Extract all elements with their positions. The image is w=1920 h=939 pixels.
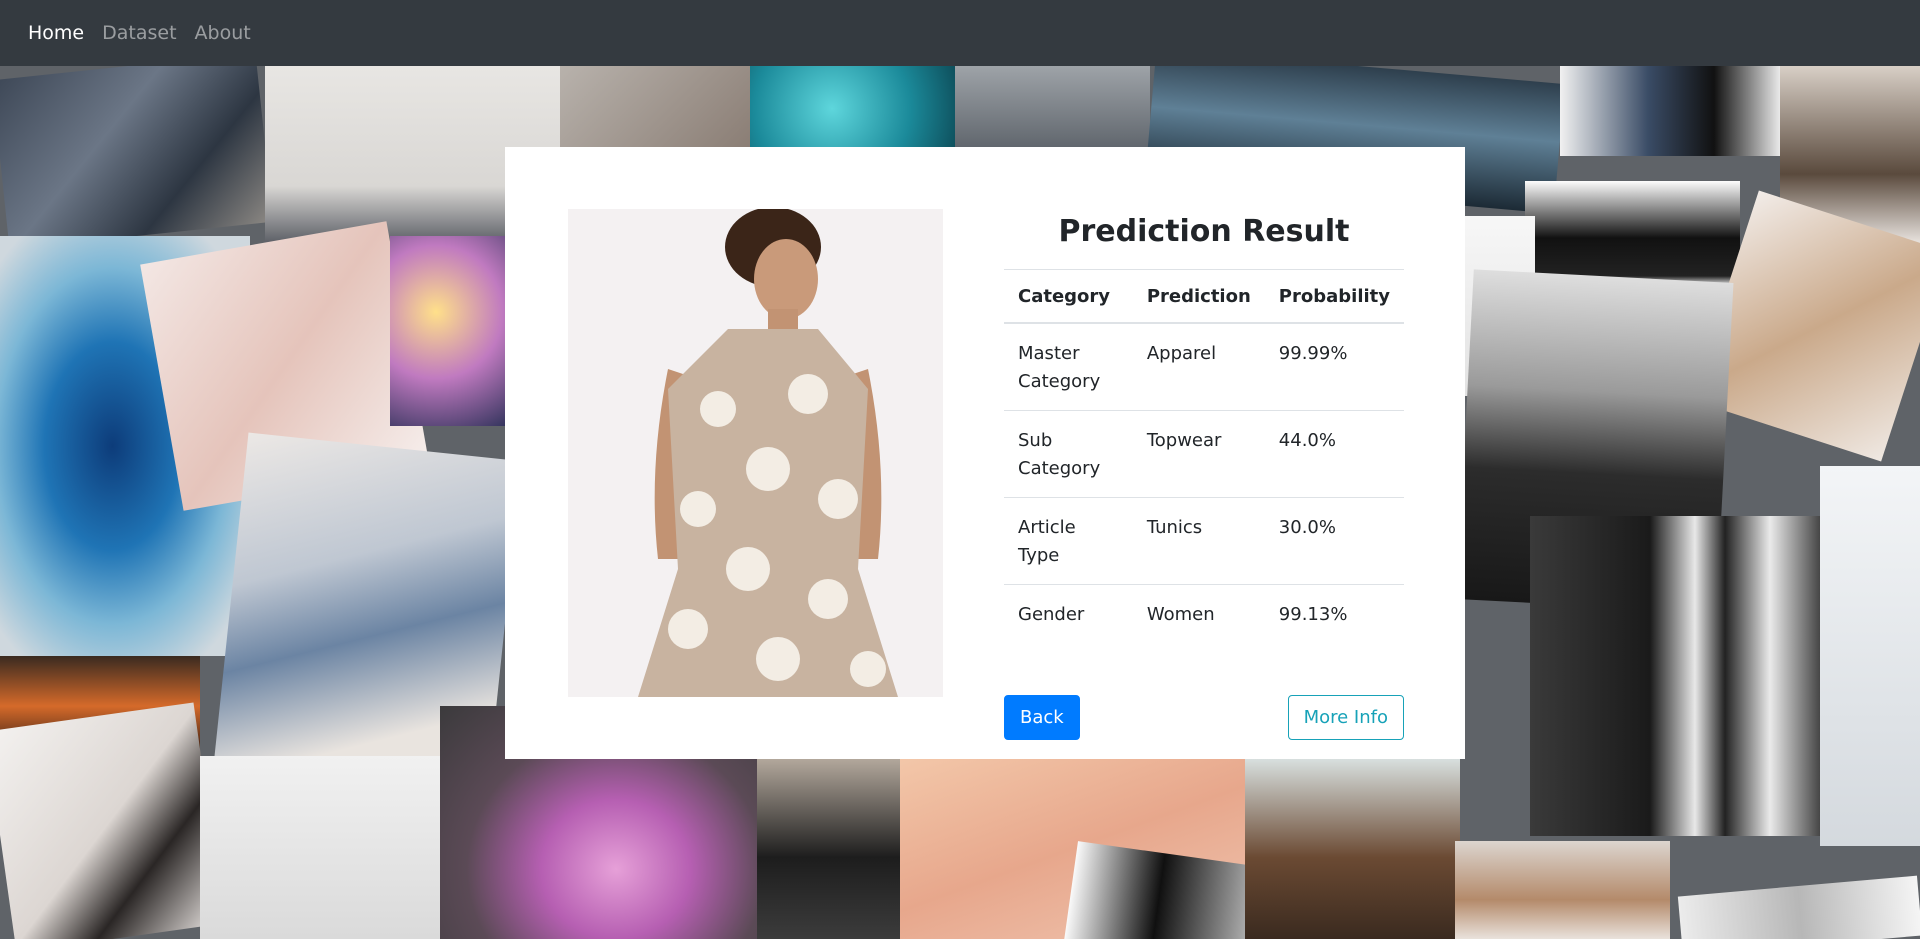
nav-home-link[interactable]: Home	[28, 22, 84, 44]
nav-about-link[interactable]: About	[195, 22, 251, 44]
dress-model-illustration	[568, 209, 943, 697]
row-probability: 30.0%	[1264, 497, 1404, 585]
column-header-prediction: Prediction	[1132, 269, 1265, 324]
top-navbar: Home Dataset About	[0, 0, 1920, 66]
row-category: Sub Category	[1004, 410, 1133, 498]
column-header-category: Category	[1004, 269, 1133, 324]
row-prediction: Women	[1132, 584, 1265, 643]
collage-boots-photo	[0, 66, 274, 250]
collage-ocean-photo	[750, 66, 955, 151]
result-title: Prediction Result	[1058, 214, 1350, 249]
table-row: Sub Category Topwear 44.0%	[1004, 410, 1404, 498]
table-row: Gender Women 99.13%	[1004, 584, 1404, 643]
collage-mug-hands-photo	[0, 702, 225, 939]
row-category: Master Category	[1004, 322, 1133, 411]
row-probability: 99.99%	[1264, 322, 1404, 411]
prediction-card: Prediction Result Category Prediction Pr…	[505, 147, 1465, 759]
more-info-button[interactable]: More Info	[1287, 695, 1404, 740]
collage-newspaper-photo	[1677, 875, 1920, 939]
column-header-probability: Probability	[1264, 269, 1404, 324]
action-buttons: Back More Info	[1004, 695, 1404, 741]
collage-street-woman-photo	[757, 758, 902, 939]
result-panel: Prediction Result Category Prediction Pr…	[1004, 209, 1404, 741]
back-button[interactable]: Back	[1004, 695, 1080, 740]
collage-selfie-photo	[1455, 841, 1670, 939]
collage-street-photo	[955, 66, 1150, 151]
table-header-row: Category Prediction Probability	[1004, 269, 1404, 324]
collage-desk-photo	[1245, 758, 1460, 939]
row-prediction: Topwear	[1132, 410, 1265, 498]
table-row: Master Category Apparel 99.99%	[1004, 322, 1404, 411]
row-prediction: Apparel	[1132, 322, 1265, 411]
collage-sky-photo	[1820, 466, 1920, 846]
collage-bokeh-photo	[390, 236, 505, 426]
collage-jeans-scarf-photo	[1560, 66, 1780, 156]
collage-sweater-photo	[560, 66, 750, 151]
row-category: Article Type	[1004, 497, 1133, 585]
row-category: Gender	[1004, 584, 1133, 643]
collage-infinity-photo	[200, 756, 460, 939]
product-image	[568, 209, 943, 697]
row-prediction: Tunics	[1132, 497, 1265, 585]
table-row: Article Type Tunics 30.0%	[1004, 497, 1404, 585]
row-probability: 44.0%	[1264, 410, 1404, 498]
row-probability: 99.13%	[1264, 584, 1404, 643]
nav-dataset-link[interactable]: Dataset	[102, 22, 176, 44]
prediction-table: Category Prediction Probability Master C…	[1004, 269, 1404, 643]
collage-clothes-rack-photo	[1530, 516, 1830, 836]
